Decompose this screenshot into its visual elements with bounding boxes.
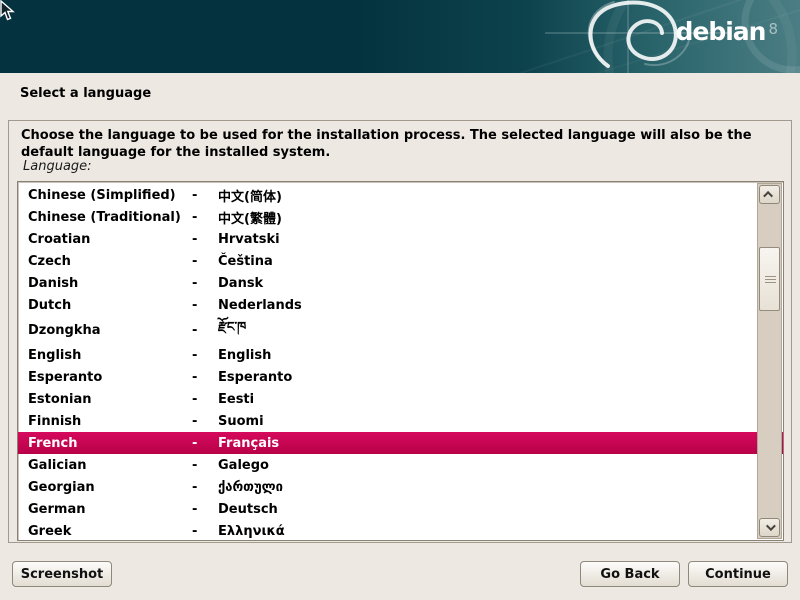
language-name: Georgian bbox=[28, 480, 192, 495]
scrollbar-up-button[interactable] bbox=[759, 185, 780, 204]
list-item[interactable]: Estonian - Eesti bbox=[18, 388, 783, 410]
language-name: Danish bbox=[28, 276, 192, 291]
list-item[interactable]: English - English bbox=[18, 344, 783, 366]
language-separator: - bbox=[192, 298, 218, 313]
list-item[interactable]: Galician - Galego bbox=[18, 454, 783, 476]
language-name: Dzongkha bbox=[28, 323, 192, 338]
language-native-name: Esperanto bbox=[218, 370, 783, 385]
language-name: English bbox=[28, 348, 192, 363]
language-separator: - bbox=[192, 370, 218, 385]
language-native-name: ქართული bbox=[218, 480, 783, 495]
page-title: Select a language bbox=[20, 86, 151, 101]
list-item[interactable]: Greek - Ελληνικά bbox=[18, 520, 783, 541]
language-name: Galician bbox=[28, 458, 192, 473]
language-separator: - bbox=[192, 524, 218, 539]
language-native-name: Deutsch bbox=[218, 502, 783, 517]
brand-name: debian bbox=[675, 17, 765, 46]
language-name: Dutch bbox=[28, 298, 192, 313]
brand-logo-text: debian8 bbox=[675, 17, 778, 46]
language-native-name: 中文(简体) bbox=[218, 186, 783, 205]
screenshot-button[interactable]: Screenshot bbox=[12, 561, 112, 587]
list-item[interactable]: Finnish - Suomi bbox=[18, 410, 783, 432]
language-separator: - bbox=[192, 232, 218, 247]
language-name: Estonian bbox=[28, 392, 192, 407]
list-item[interactable]: Chinese (Simplified) - 中文(简体) bbox=[18, 184, 783, 206]
continue-button[interactable]: Continue bbox=[688, 561, 788, 587]
language-separator: - bbox=[192, 458, 218, 473]
content-panel: Choose the language to be used for the i… bbox=[8, 120, 792, 543]
language-name: Czech bbox=[28, 254, 192, 269]
list-item[interactable]: French - Français bbox=[18, 432, 783, 454]
language-native-name: 中文(繁體) bbox=[218, 208, 783, 227]
language-listbox: Chinese (Simplified) - 中文(简体) Chinese (T… bbox=[17, 181, 784, 541]
language-separator: - bbox=[192, 392, 218, 407]
language-separator: - bbox=[192, 276, 218, 291]
scrollbar-down-button[interactable] bbox=[759, 518, 780, 537]
language-native-name: Čeština bbox=[218, 254, 783, 269]
scrollbar-thumb[interactable] bbox=[759, 247, 780, 311]
list-item[interactable]: German - Deutsch bbox=[18, 498, 783, 520]
language-separator: - bbox=[192, 348, 218, 363]
language-name: German bbox=[28, 502, 192, 517]
language-native-name: Galego bbox=[218, 458, 783, 473]
list-item[interactable]: Croatian - Hrvatski bbox=[18, 228, 783, 250]
mouse-cursor-icon bbox=[0, 0, 15, 21]
language-name: Chinese (Simplified) bbox=[28, 188, 192, 203]
language-native-name: Français bbox=[218, 436, 783, 451]
language-name: Finnish bbox=[28, 414, 192, 429]
language-native-name: Hrvatski bbox=[218, 232, 783, 247]
list-item[interactable]: Chinese (Traditional) - 中文(繁體) bbox=[18, 206, 783, 228]
list-item[interactable]: Danish - Dansk bbox=[18, 272, 783, 294]
language-native-name: Dansk bbox=[218, 276, 783, 291]
language-name: Chinese (Traditional) bbox=[28, 210, 192, 225]
chevron-up-icon bbox=[763, 191, 773, 201]
list-item[interactable]: Esperanto - Esperanto bbox=[18, 366, 783, 388]
scrollbar[interactable] bbox=[757, 183, 782, 539]
language-separator: - bbox=[192, 414, 218, 429]
language-separator: - bbox=[192, 254, 218, 269]
language-name: Esperanto bbox=[28, 370, 192, 385]
go-back-button[interactable]: Go Back bbox=[580, 561, 680, 587]
language-separator: - bbox=[192, 502, 218, 517]
language-native-name: English bbox=[218, 348, 783, 363]
banner: debian8 bbox=[0, 0, 800, 73]
language-separator: - bbox=[192, 436, 218, 451]
instruction-text: Choose the language to be used for the i… bbox=[21, 127, 787, 161]
language-native-name: Ελληνικά bbox=[218, 524, 783, 539]
language-native-name: Eesti bbox=[218, 392, 783, 407]
list-item[interactable]: Georgian - ქართული bbox=[18, 476, 783, 498]
language-separator: - bbox=[192, 323, 218, 338]
language-name: Greek bbox=[28, 524, 192, 539]
brand-version: 8 bbox=[768, 20, 778, 38]
language-native-name: རྫོང་ཁ bbox=[218, 312, 783, 349]
language-separator: - bbox=[192, 210, 218, 225]
language-name: French bbox=[28, 436, 192, 451]
list-item[interactable]: Dzongkha - རྫོང་ཁ bbox=[18, 316, 783, 344]
scrollbar-grip-icon bbox=[765, 276, 776, 285]
chevron-down-icon bbox=[766, 521, 776, 531]
language-separator: - bbox=[192, 480, 218, 495]
list-item[interactable]: Czech - Čeština bbox=[18, 250, 783, 272]
language-separator: - bbox=[192, 188, 218, 203]
language-native-name: Suomi bbox=[218, 414, 783, 429]
language-name: Croatian bbox=[28, 232, 192, 247]
language-field-label: Language: bbox=[23, 159, 92, 174]
language-native-name: Nederlands bbox=[218, 298, 783, 313]
language-list: Chinese (Simplified) - 中文(简体) Chinese (T… bbox=[18, 184, 783, 541]
